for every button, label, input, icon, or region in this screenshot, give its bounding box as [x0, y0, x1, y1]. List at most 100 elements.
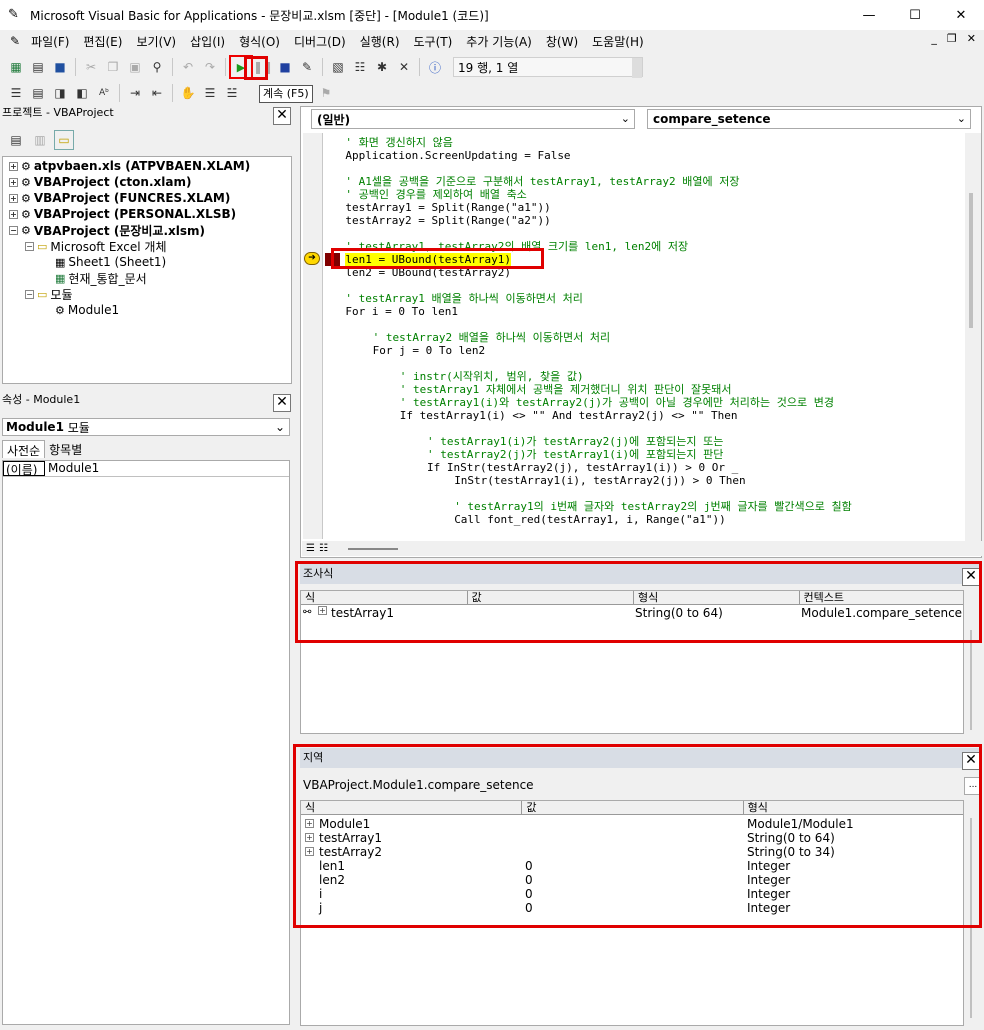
menu-tools[interactable]: 도구(T)	[407, 33, 460, 50]
list-properties-icon[interactable]: ☰	[6, 83, 26, 103]
uncomment-block-icon[interactable]: ☱	[222, 83, 242, 103]
col-value[interactable]: 값	[522, 801, 744, 814]
code-line[interactable]: ' testArray1의 i번째 글자와 testArray2의 j번째 글자…	[454, 500, 852, 513]
design-mode-icon[interactable]: ✎	[297, 57, 317, 77]
pause-icon[interactable]: ❚❚	[253, 57, 273, 77]
properties-window-icon[interactable]: ☷	[350, 57, 370, 77]
procedure-combo[interactable]: compare_setence ⌄	[647, 109, 971, 129]
object-browser-icon[interactable]: ✱	[372, 57, 392, 77]
code-line[interactable]: For j = 0 To len2	[373, 344, 486, 357]
code-line[interactable]: For i = 0 To len1	[345, 305, 458, 318]
expand-icon[interactable]: +	[305, 833, 314, 842]
code-line[interactable]: If InStr(testArray2(j), testArray1(i)) >…	[427, 461, 738, 474]
code-line[interactable]: ' testArray2(j)가 testArray1(i)에 포함되는지 판단	[427, 448, 723, 461]
properties-close-button[interactable]: ✕	[273, 394, 291, 412]
cut-icon[interactable]: ✂	[81, 57, 101, 77]
code-margin[interactable]	[303, 133, 323, 539]
locals-scrollbar[interactable]	[964, 814, 982, 1026]
tree-item[interactable]: − ▭ 모듈	[25, 286, 73, 302]
tree-item[interactable]: − ▭ Microsoft Excel 개체	[25, 238, 167, 254]
locals-close-button[interactable]: ✕	[962, 752, 980, 770]
code-line[interactable]: If testArray1(i) <> "" And testArray2(j)…	[400, 409, 738, 422]
paste-icon[interactable]: ▣	[125, 57, 145, 77]
hscroll-thumb[interactable]	[347, 547, 398, 550]
scroll-thumb[interactable]	[969, 193, 973, 328]
insert-module-icon[interactable]: ▤	[28, 57, 48, 77]
col-context[interactable]: 컨텍스트	[800, 591, 964, 604]
object-combo[interactable]: (일반) ⌄	[311, 109, 635, 129]
procedure-view-icon[interactable]: ☰	[306, 543, 315, 554]
menu-debug[interactable]: 디버그(D)	[287, 33, 353, 50]
mdi-minimize-button[interactable]: _	[931, 32, 937, 45]
parameter-info-icon[interactable]: ◧	[72, 83, 92, 103]
save-icon[interactable]: ■	[50, 57, 70, 77]
watch-row[interactable]: ⚯ + testArray1 String(0 to 64) Module1.c…	[301, 606, 963, 620]
run-continue-icon[interactable]: ▶	[229, 55, 253, 79]
code-line[interactable]: ' 화면 갱신하지 않음	[345, 136, 452, 149]
code-line[interactable]: ' testArray2 배열을 하나씩 이동하면서 처리	[373, 331, 611, 344]
menu-help[interactable]: 도움말(H)	[585, 33, 651, 50]
full-module-view-icon[interactable]: ☷	[319, 543, 328, 554]
expand-icon[interactable]: +	[305, 847, 314, 856]
mdi-restore-button[interactable]: ❐	[947, 32, 957, 45]
watch-close-button[interactable]: ✕	[962, 568, 980, 586]
menu-view[interactable]: 보기(V)	[129, 33, 183, 50]
watch-scrollbar[interactable]	[964, 610, 980, 734]
tab-alphabetic[interactable]: 사전순	[2, 440, 46, 458]
code-line[interactable]: ' testArray1, testArray2의 배열 크기를 len1, l…	[345, 240, 688, 253]
properties-object-select[interactable]: Module1 모듈 ⌄	[2, 418, 290, 436]
maximize-button[interactable]: ☐	[892, 0, 938, 30]
col-value[interactable]: 값	[468, 591, 634, 604]
code-line[interactable]: ' testArray1(i)와 testArray2(j)가 공백이 아닐 경…	[400, 396, 834, 409]
code-line[interactable]: ' testArray1(i)가 testArray2(j)에 포함되는지 또는	[427, 435, 723, 448]
view-code-icon[interactable]: ▤	[6, 130, 26, 150]
code-line[interactable]: ' instr(시작위치, 범위, 찾을 값)	[400, 370, 584, 383]
code-line[interactable]: Application.ScreenUpdating = False	[345, 149, 570, 162]
locals-row[interactable]: + Module1 Module1/Module1	[301, 817, 963, 831]
quick-info-icon[interactable]: ◨	[50, 83, 70, 103]
code-vertical-scrollbar[interactable]	[965, 133, 981, 541]
excel-view-icon[interactable]: ▦	[6, 57, 26, 77]
property-value[interactable]: Module1	[45, 461, 99, 476]
tree-item[interactable]: + ⚙ VBAProject (cton.xlam)	[9, 174, 191, 190]
menu-run[interactable]: 실행(R)	[353, 33, 407, 50]
toggle-folders-icon[interactable]: ▭	[54, 130, 74, 150]
tree-item[interactable]: − ⚙ VBAProject (문장비교.xlsm)	[9, 222, 205, 238]
call-stack-button[interactable]: ...	[964, 777, 982, 795]
minimize-button[interactable]: —	[846, 0, 892, 30]
tree-item[interactable]: ▦ 현재_통합_문서	[55, 270, 147, 286]
close-button[interactable]: ✕	[938, 0, 984, 30]
tab-categorized[interactable]: 항목별	[45, 440, 86, 458]
code-line[interactable]: ' testArray1 자체에서 공백을 제거했더니 위치 판단이 잘못돼서	[400, 383, 732, 396]
menu-addins[interactable]: 추가 기능(A)	[459, 33, 539, 50]
code-editor[interactable]: ' 화면 갱신하지 않음 Application.ScreenUpdating =…	[325, 133, 965, 539]
toolbox-icon[interactable]: ✕	[394, 57, 414, 77]
list-constants-icon[interactable]: ▤	[28, 83, 48, 103]
menu-file[interactable]: 파일(F)	[24, 33, 76, 50]
scroll-thumb[interactable]	[970, 630, 972, 730]
mdi-close-button[interactable]: ✕	[967, 32, 976, 45]
find-icon[interactable]: ⚲	[147, 57, 167, 77]
code-line[interactable]: testArray2 = Split(Range("a2"))	[345, 214, 550, 227]
col-expression[interactable]: 식	[301, 801, 523, 814]
tree-item[interactable]: + ⚙ VBAProject (PERSONAL.XLSB)	[9, 206, 236, 222]
expand-icon[interactable]: +	[318, 606, 327, 615]
redo-icon[interactable]: ↷	[200, 57, 220, 77]
project-close-button[interactable]: ✕	[273, 107, 291, 125]
tree-item[interactable]: + ⚙ VBAProject (FUNCRES.XLAM)	[9, 190, 230, 206]
bookmark-icon[interactable]: ⚑	[316, 83, 336, 103]
col-type[interactable]: 형식	[744, 801, 963, 814]
code-line[interactable]: Call font_red(testArray1, i, Range("a1")…	[454, 513, 726, 526]
complete-word-icon[interactable]: Aᵇ	[94, 83, 114, 103]
menu-format[interactable]: 형식(O)	[232, 33, 287, 50]
col-type[interactable]: 형식	[634, 591, 800, 604]
locals-row[interactable]: len2 0 Integer	[301, 873, 963, 887]
menu-insert[interactable]: 삽입(I)	[183, 33, 232, 50]
locals-row[interactable]: j 0 Integer	[301, 901, 963, 915]
locals-row[interactable]: + testArray2 String(0 to 34)	[301, 845, 963, 859]
locals-row[interactable]: + testArray1 String(0 to 64)	[301, 831, 963, 845]
toggle-breakpoint-icon[interactable]: ✋	[178, 83, 198, 103]
outdent-icon[interactable]: ⇤	[147, 83, 167, 103]
locals-row[interactable]: len1 0 Integer	[301, 859, 963, 873]
tree-item[interactable]: + ⚙ atpvbaen.xls (ATPVBAEN.XLAM)	[9, 158, 250, 174]
